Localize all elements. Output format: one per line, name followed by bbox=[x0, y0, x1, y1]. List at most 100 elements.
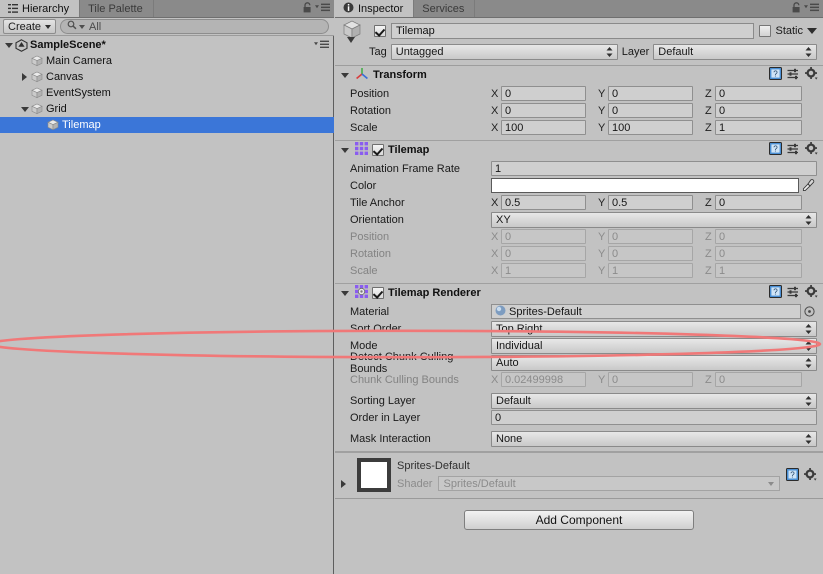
vector3-x-input[interactable]: 0 bbox=[501, 246, 586, 261]
eyedropper-icon[interactable] bbox=[799, 179, 817, 192]
gear-icon[interactable] bbox=[805, 67, 818, 83]
vector3-y-input[interactable]: 0.5 bbox=[608, 195, 693, 210]
chevron-down-icon[interactable] bbox=[18, 106, 31, 112]
shader-dropdown[interactable]: Sprites/Default bbox=[438, 476, 780, 491]
vector3-z-input[interactable]: 0 bbox=[715, 229, 802, 244]
chevron-right-icon[interactable] bbox=[18, 73, 31, 81]
dropdown[interactable]: None bbox=[491, 430, 817, 447]
add-component-button[interactable]: Add Component bbox=[464, 510, 694, 530]
panel-menu-icon[interactable] bbox=[315, 3, 330, 15]
component-header[interactable]: Tilemap Renderer? bbox=[335, 284, 823, 302]
preset-icon[interactable] bbox=[787, 286, 800, 301]
dropdown[interactable]: XY bbox=[491, 211, 817, 228]
field-label: Position bbox=[350, 87, 390, 100]
lock-icon[interactable] bbox=[792, 1, 801, 16]
layer-dropdown[interactable]: Default bbox=[653, 43, 817, 60]
search-input[interactable]: All bbox=[60, 19, 329, 34]
vector3-z-input[interactable]: 1 bbox=[715, 120, 802, 135]
hierarchy-row-grid[interactable]: Grid bbox=[0, 101, 334, 117]
vector3-x-input[interactable]: 0.5 bbox=[501, 195, 586, 210]
gameobject-enabled-checkbox[interactable] bbox=[374, 25, 386, 37]
dropdown[interactable]: Top Right bbox=[491, 320, 817, 337]
vector3-y-input[interactable]: 0 bbox=[608, 229, 693, 244]
vector3-y-input[interactable]: 0 bbox=[608, 246, 693, 261]
hierarchy-row-main-camera[interactable]: Main Camera bbox=[0, 53, 334, 69]
text-input[interactable]: 1 bbox=[491, 161, 817, 176]
vector3-z-input[interactable]: 0 bbox=[715, 246, 802, 261]
chevron-down-icon[interactable] bbox=[2, 42, 15, 48]
component-enabled-checkbox[interactable] bbox=[372, 144, 384, 156]
preset-icon[interactable] bbox=[787, 143, 800, 158]
svg-text:?: ? bbox=[773, 288, 778, 297]
vector3-x-input[interactable]: 0 bbox=[501, 103, 586, 118]
vector3-x-input[interactable]: 0 bbox=[501, 229, 586, 244]
material-foldout[interactable] bbox=[341, 458, 351, 492]
vector3-y-input[interactable]: 100 bbox=[608, 120, 693, 135]
component-enabled-checkbox[interactable] bbox=[372, 287, 384, 299]
component-header[interactable]: Transform? bbox=[335, 66, 823, 84]
help-book-icon[interactable]: ? bbox=[769, 285, 782, 301]
dropdown[interactable]: Individual bbox=[491, 337, 817, 354]
gear-icon[interactable] bbox=[805, 285, 818, 301]
vector3-x-input[interactable]: 1 bbox=[501, 263, 586, 278]
dropdown[interactable]: Default bbox=[491, 392, 817, 409]
vector3-z-input[interactable]: 0 bbox=[715, 86, 802, 101]
help-book-icon[interactable]: ? bbox=[786, 468, 799, 484]
vector3-z-input[interactable]: 0 bbox=[715, 103, 802, 118]
field-row-scale: Scale X 100 Y 100 Z 1 bbox=[341, 119, 817, 136]
hierarchy-row-eventsystem[interactable]: EventSystem bbox=[0, 85, 334, 101]
object-reference-field[interactable]: Sprites-Default bbox=[491, 304, 801, 319]
chevron-down-icon[interactable] bbox=[338, 147, 351, 153]
vector3-z-input[interactable]: 1 bbox=[715, 263, 802, 278]
material-header-icons: ? bbox=[786, 458, 817, 492]
chevron-down-icon[interactable] bbox=[338, 72, 351, 78]
gear-icon[interactable] bbox=[805, 142, 818, 158]
text-input[interactable]: 0 bbox=[491, 410, 817, 425]
tab-tile-palette[interactable]: Tile Palette bbox=[80, 0, 154, 17]
help-book-icon[interactable]: ? bbox=[769, 67, 782, 83]
axis-x-label: X bbox=[491, 87, 499, 100]
vector3-y-input[interactable]: 0 bbox=[608, 86, 693, 101]
hierarchy-row-canvas[interactable]: Canvas bbox=[0, 69, 334, 85]
static-dropdown-icon[interactable] bbox=[807, 28, 817, 34]
create-button[interactable]: Create bbox=[3, 19, 57, 34]
static-checkbox[interactable] bbox=[759, 25, 772, 37]
object-picker-icon[interactable] bbox=[801, 306, 817, 317]
panel-menu-icon[interactable] bbox=[804, 3, 819, 15]
tag-label: Tag bbox=[369, 45, 387, 58]
field-row-order-in-layer: Order in Layer 0 bbox=[341, 409, 817, 426]
vector3-z-input[interactable]: 0 bbox=[715, 372, 802, 387]
chevron-down-icon[interactable] bbox=[338, 290, 351, 296]
gameobject-name-input[interactable]: Tilemap bbox=[391, 23, 755, 39]
material-swatch bbox=[357, 458, 391, 492]
static-toggle[interactable]: Static bbox=[759, 25, 817, 37]
hierarchy-row-label: EventSystem bbox=[46, 87, 111, 99]
tab-hierarchy[interactable]: Hierarchy bbox=[0, 0, 81, 17]
field-label: Animation Frame Rate bbox=[350, 162, 461, 175]
scene-context-menu-icon[interactable] bbox=[314, 40, 329, 52]
lock-icon[interactable] bbox=[303, 1, 312, 16]
help-book-icon[interactable]: ? bbox=[769, 142, 782, 158]
vector3-y-input[interactable]: 0 bbox=[608, 372, 693, 387]
preset-icon[interactable] bbox=[787, 68, 800, 83]
vector3-x-input[interactable]: 0 bbox=[501, 86, 586, 101]
vector3-x-input[interactable]: 100 bbox=[501, 120, 586, 135]
vector3-y-input[interactable]: 1 bbox=[608, 263, 693, 278]
component-header[interactable]: Tilemap? bbox=[335, 141, 823, 159]
dropdown[interactable]: Auto bbox=[491, 354, 817, 371]
field-row-material: Material Sprites-Default bbox=[341, 303, 817, 320]
field-label: Scale bbox=[350, 264, 378, 277]
tag-dropdown[interactable]: Untagged bbox=[390, 43, 618, 60]
vector3-y-input[interactable]: 0 bbox=[608, 103, 693, 118]
tab-services[interactable]: Services bbox=[414, 0, 476, 17]
search-input-value: All bbox=[89, 20, 102, 33]
hierarchy-row-samplescene[interactable]: SampleScene* bbox=[0, 37, 334, 53]
gear-icon[interactable] bbox=[804, 468, 817, 484]
hierarchy-row-tilemap[interactable]: Tilemap bbox=[0, 117, 334, 133]
tab-inspector[interactable]: Inspector bbox=[335, 0, 415, 17]
color-swatch-input[interactable] bbox=[491, 178, 799, 193]
vector3-z-input[interactable]: 0 bbox=[715, 195, 802, 210]
vector3-x-input[interactable]: 0.02499998 bbox=[501, 372, 586, 387]
search-dropdown-icon[interactable] bbox=[79, 24, 86, 29]
field-label: Position bbox=[350, 230, 390, 243]
